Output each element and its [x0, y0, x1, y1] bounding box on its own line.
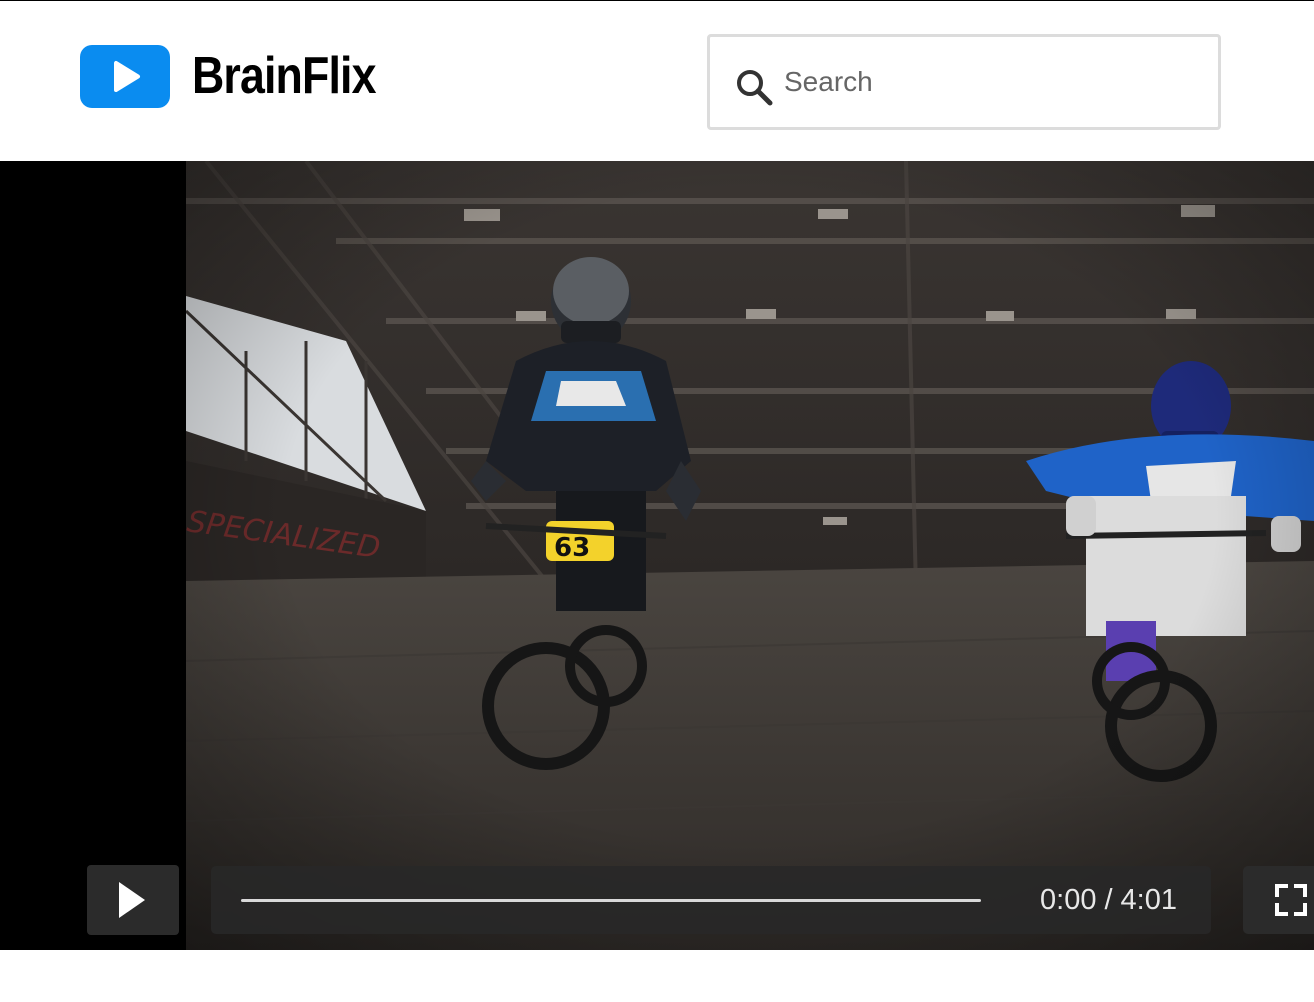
video-player: SPECIALIZED 63: [0, 161, 1314, 950]
search-box[interactable]: [707, 34, 1221, 130]
video-still-image: SPECIALIZED 63: [186, 161, 1314, 950]
brand-logo[interactable]: BrainFlix: [80, 45, 406, 108]
duration: 4:01: [1120, 884, 1177, 916]
fullscreen-icon: [1275, 884, 1307, 916]
play-button-logo-icon: [80, 45, 170, 108]
play-button[interactable]: [87, 865, 179, 935]
controls-bar: 0:00 / 4:01: [211, 866, 1211, 934]
current-time: 0:00: [1040, 884, 1097, 916]
brand-name: BrainFlix: [192, 47, 376, 105]
video-frame[interactable]: SPECIALIZED 63: [186, 161, 1314, 950]
time-readout: 0:00 / 4:01: [1040, 881, 1177, 919]
progress-bar[interactable]: [241, 899, 981, 902]
search-input[interactable]: [784, 57, 1204, 107]
time-separator: /: [1104, 884, 1113, 916]
play-icon: [119, 882, 145, 918]
search-icon: [737, 70, 773, 106]
site-header: BrainFlix: [0, 1, 1314, 161]
fullscreen-button[interactable]: [1243, 866, 1314, 934]
